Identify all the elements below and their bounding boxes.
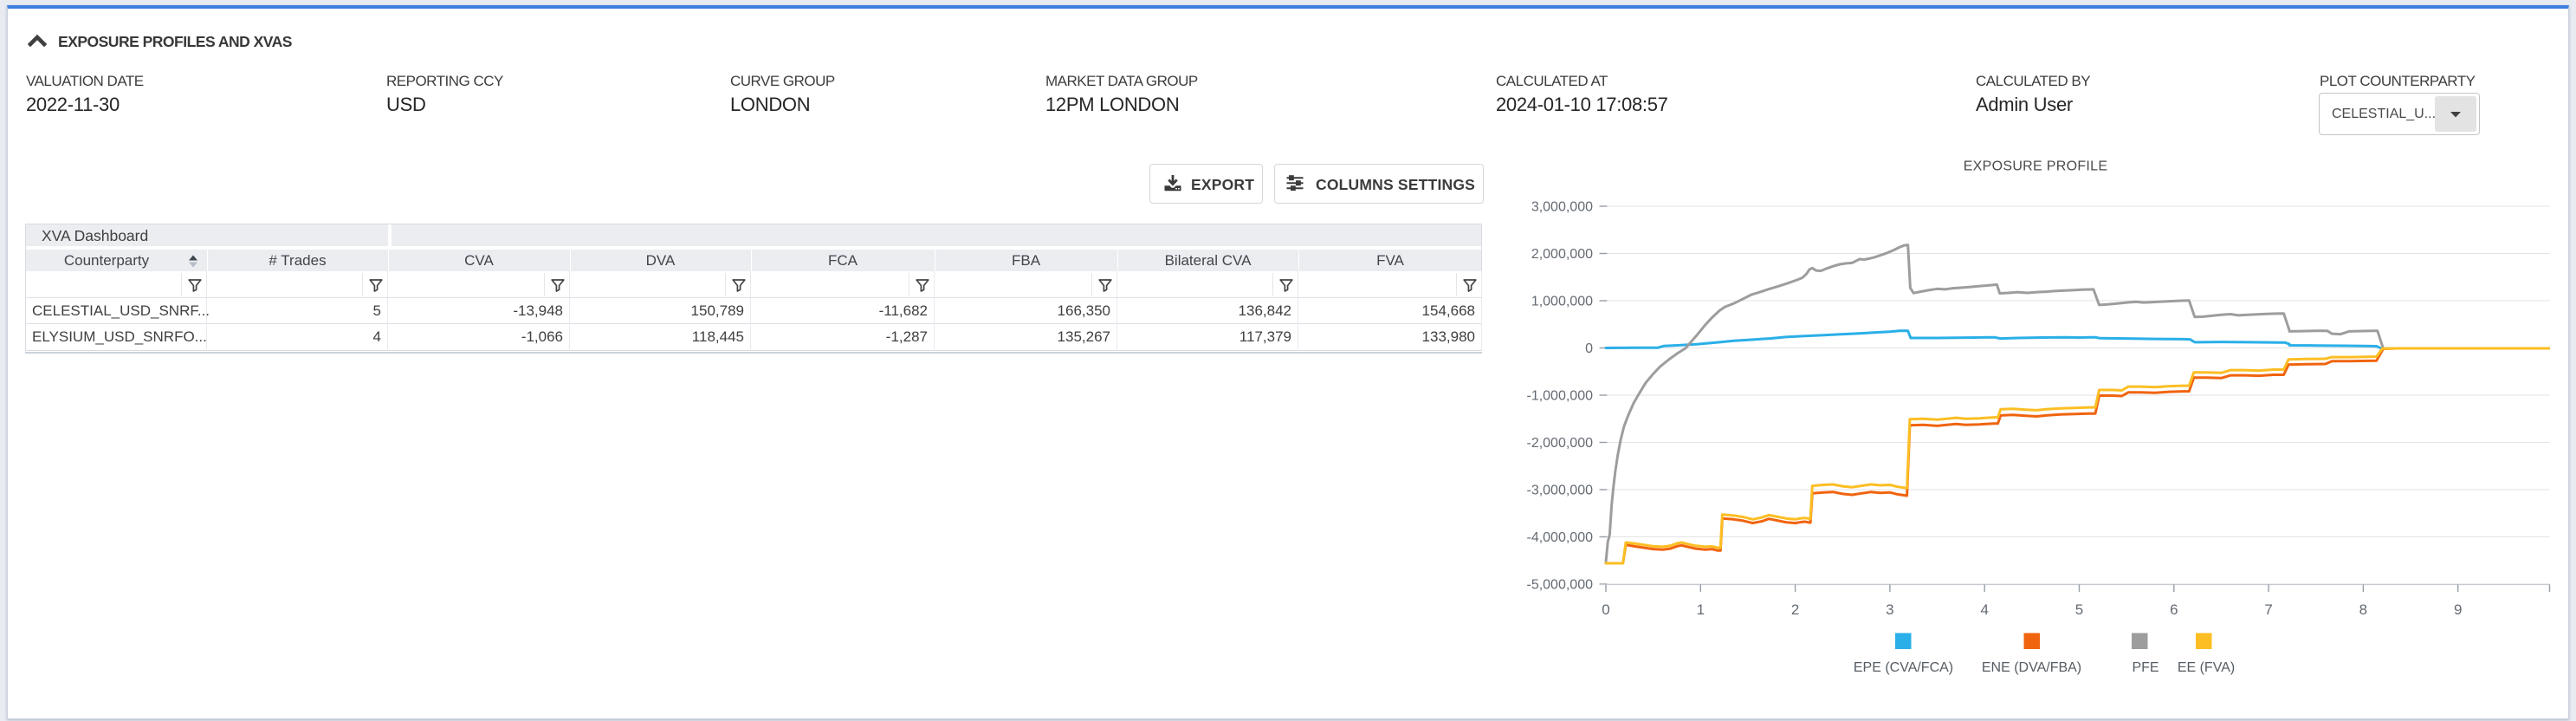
svg-text:2: 2 bbox=[1791, 601, 1799, 618]
svg-text:2,000,000: 2,000,000 bbox=[1531, 247, 1593, 262]
svg-text:9: 9 bbox=[2454, 601, 2462, 618]
svg-text:8: 8 bbox=[2359, 601, 2367, 618]
svg-text:6: 6 bbox=[2170, 601, 2178, 618]
svg-text:EPE (CVA/FCA): EPE (CVA/FCA) bbox=[1854, 660, 1953, 675]
svg-text:0: 0 bbox=[1585, 341, 1593, 356]
svg-text:7: 7 bbox=[2264, 601, 2272, 618]
svg-text:-4,000,000: -4,000,000 bbox=[1526, 530, 1593, 545]
svg-text:0: 0 bbox=[1602, 601, 1609, 618]
svg-text:-5,000,000: -5,000,000 bbox=[1526, 578, 1593, 593]
svg-text:3,000,000: 3,000,000 bbox=[1531, 200, 1593, 215]
svg-text:1: 1 bbox=[1697, 601, 1705, 618]
svg-text:4: 4 bbox=[1980, 601, 1988, 618]
svg-text:ENE (DVA/FBA): ENE (DVA/FBA) bbox=[1982, 660, 2081, 675]
svg-text:5: 5 bbox=[2075, 601, 2083, 618]
svg-text:-1,000,000: -1,000,000 bbox=[1526, 389, 1593, 404]
svg-text:1,000,000: 1,000,000 bbox=[1531, 295, 1593, 309]
svg-text:-2,000,000: -2,000,000 bbox=[1526, 436, 1593, 451]
svg-text:3: 3 bbox=[1886, 601, 1893, 618]
svg-text:EE (FVA): EE (FVA) bbox=[2178, 660, 2235, 675]
svg-text:PFE: PFE bbox=[2132, 660, 2159, 675]
svg-text:-3,000,000: -3,000,000 bbox=[1526, 484, 1593, 498]
svg-text:EXPOSURE PROFILE: EXPOSURE PROFILE bbox=[1964, 159, 2108, 174]
